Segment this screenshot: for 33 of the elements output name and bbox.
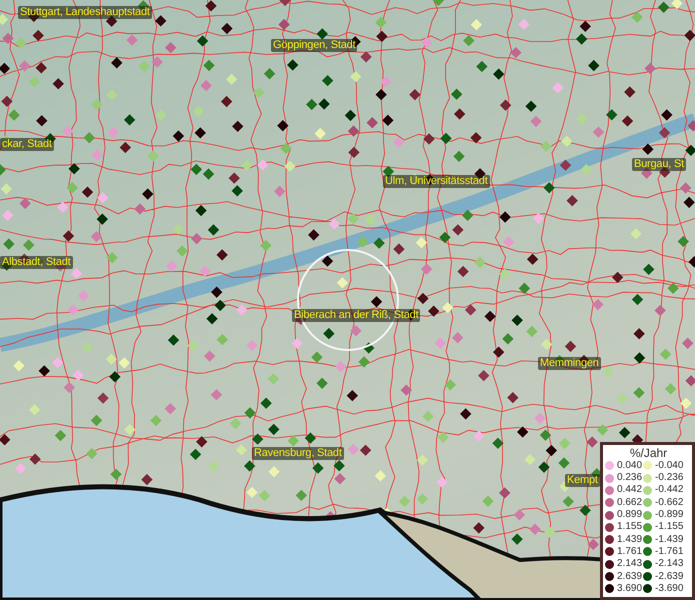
place-label: ckar, Stadt <box>0 138 54 151</box>
legend-value: 2.639 <box>617 570 642 583</box>
legend-value: -1.439 <box>655 534 684 546</box>
legend-value: -0.442 <box>655 484 684 496</box>
legend-value: 2.143 <box>617 558 642 570</box>
place-label: Ulm, Universitätsstadt <box>383 175 490 188</box>
legend-value: -0.662 <box>655 496 684 509</box>
legend-value: 0.442 <box>617 484 642 496</box>
legend-value: 0.040 <box>617 460 642 472</box>
legend-value: 3.690 <box>617 582 642 595</box>
legend-value: -1.155 <box>655 521 684 534</box>
legend-value: -0.899 <box>655 509 684 522</box>
legend-value: -2.143 <box>655 558 684 570</box>
legend-value: -0.040 <box>655 460 684 472</box>
legend-value: -1.761 <box>655 546 684 558</box>
place-label: Stuttgart, Landeshauptstadt <box>18 6 152 19</box>
legend-value: -0.236 <box>655 472 684 484</box>
legend-value: -2.639 <box>655 570 684 583</box>
legend-value: 0.899 <box>617 509 642 522</box>
legend-value: 1.439 <box>617 534 642 546</box>
place-label: Memmingen <box>538 357 601 370</box>
place-label: Burgau, St <box>632 158 686 171</box>
place-label: Kempt <box>565 474 600 487</box>
legend-value: 0.236 <box>617 472 642 484</box>
legend-title: %/Jahr <box>628 446 668 460</box>
place-label: Biberach an der Riß, Stadt <box>292 309 420 322</box>
legend-value: 1.761 <box>617 546 642 558</box>
place-label: Göppingen, Stadt <box>271 39 358 52</box>
legend-value: 1.155 <box>617 521 642 534</box>
legend-value: 0.662 <box>617 496 642 509</box>
legend-value: -3.690 <box>655 582 684 595</box>
place-label: Ravensburg, Stadt <box>252 447 344 460</box>
place-label: Albstadt, Stadt <box>0 256 73 269</box>
